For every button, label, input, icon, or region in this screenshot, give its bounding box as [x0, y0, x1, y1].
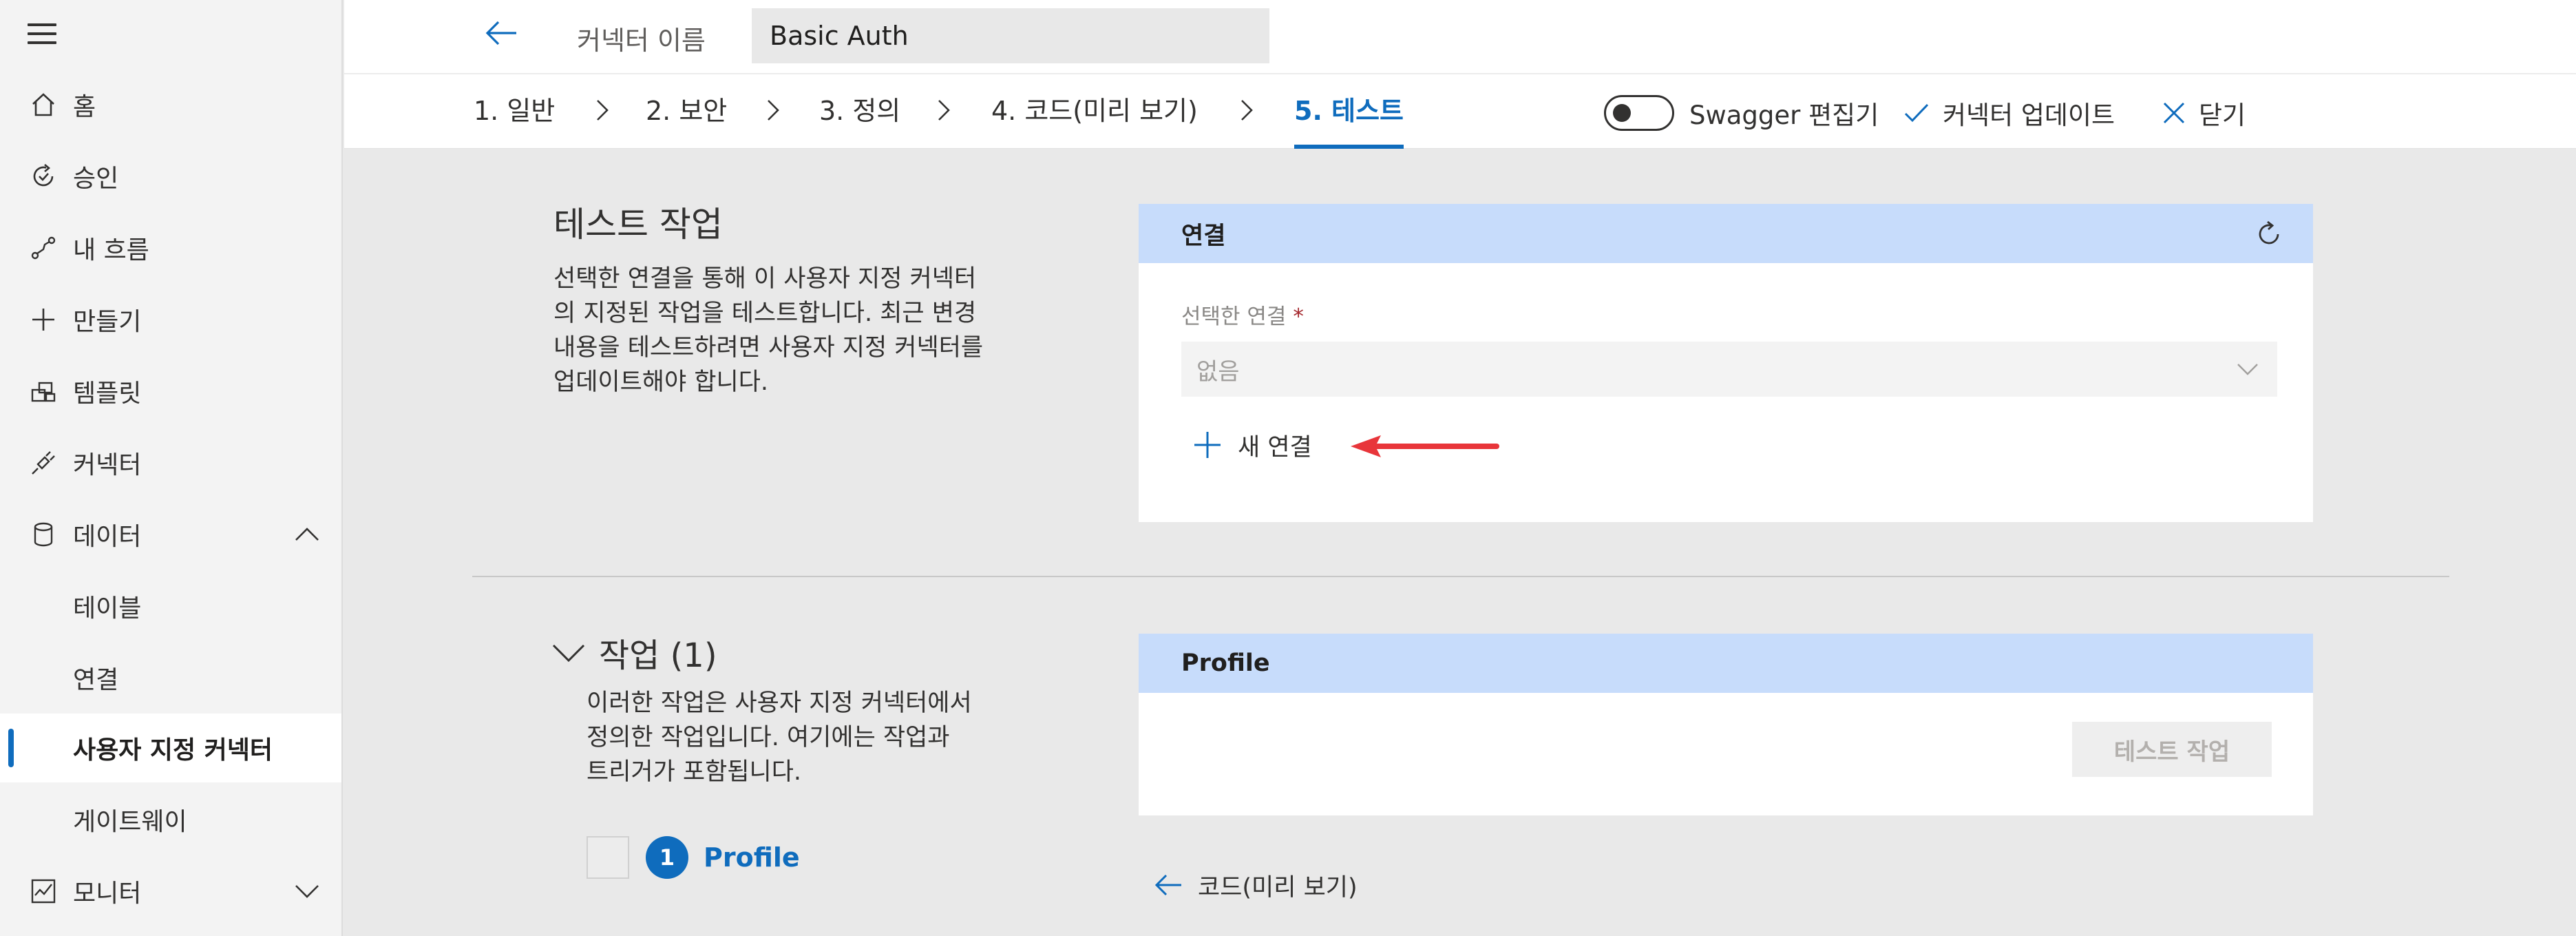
toggle-switch[interactable] [1604, 95, 1674, 131]
annotation-arrow-icon [1351, 435, 1499, 457]
hamburger-menu-icon[interactable] [28, 23, 56, 47]
sidebar-item-create[interactable]: 만들기 [0, 285, 341, 354]
connection-card-title: 연결 [1181, 222, 1226, 250]
sidebar-item-home[interactable]: 홈 [0, 70, 341, 139]
connection-card: 연결 선택한 연결 * 없음 새 연결 [1139, 204, 2313, 522]
sidebar-item-tables[interactable]: 테이블 [0, 572, 341, 641]
chevron-down-icon[interactable] [292, 876, 322, 906]
required-marker: * [1293, 304, 1304, 329]
home-icon [28, 89, 59, 121]
plus-icon [28, 304, 59, 335]
sidebar-item-label: 템플릿 [73, 379, 142, 408]
connector-name-input[interactable]: Basic Auth [752, 8, 1269, 63]
selected-connection-label: 선택한 연결 * [1181, 299, 1304, 330]
operation-name-link[interactable]: Profile [704, 842, 800, 873]
profile-operation-card: Profile 테스트 작업 [1139, 634, 2313, 815]
back-link-label: 코드(미리 보기) [1198, 873, 1358, 902]
database-icon [28, 519, 59, 550]
left-navigation: 홈 승인 내 흐름 만들기 템플릿 커넥터 데이터 테이블 연결 사용자 지정 … [0, 0, 343, 936]
sidebar-item-label: 연결 [73, 666, 119, 694]
update-connector-label: 커넥터 업데이트 [1943, 101, 2115, 130]
step-code-preview[interactable]: 4. 코드(미리 보기) [991, 90, 1198, 149]
operation-list-item: 1 Profile [587, 835, 800, 880]
flows-icon [28, 232, 59, 264]
new-connection-label: 새 연결 [1238, 433, 1312, 461]
chevron-right-icon [768, 100, 779, 121]
sidebar-item-label: 모니터 [73, 880, 142, 908]
sidebar-item-my-flows[interactable]: 내 흐름 [0, 214, 341, 282]
sidebar-item-label: 승인 [73, 165, 119, 193]
connector-icon [28, 447, 59, 479]
update-connector-button[interactable]: 커넥터 업데이트 [1903, 94, 2115, 132]
operations-title: 작업 (1) [599, 636, 717, 675]
connector-name-label: 커넥터 이름 [577, 25, 706, 56]
profile-card-header: Profile [1139, 634, 2313, 693]
profile-card-title: Profile [1181, 649, 1270, 677]
sidebar-item-custom-connectors[interactable]: 사용자 지정 커넥터 [0, 714, 341, 782]
operations-description: 이러한 작업은 사용자 지정 커넥터에서 정의한 작업입니다. 여기에는 작업과… [587, 689, 972, 786]
step-definition[interactable]: 3. 정의 [819, 90, 900, 149]
sidebar-item-approvals[interactable]: 승인 [0, 142, 341, 211]
sidebar-item-label: 홈 [73, 93, 96, 121]
sidebar-item-label: 테이블 [73, 594, 142, 623]
sidebar-item-label: 게이트웨이 [73, 808, 187, 836]
back-arrow-icon[interactable] [482, 18, 520, 48]
sidebar-item-label: 데이터 [73, 523, 142, 551]
chevron-down-icon [552, 644, 585, 663]
new-connection-button[interactable]: 새 연결 [1192, 426, 1312, 464]
step-test[interactable]: 5. 테스트 [1294, 90, 1404, 149]
templates-icon [28, 375, 59, 407]
sidebar-item-templates[interactable]: 템플릿 [0, 357, 341, 426]
sidebar-item-label: 커넥터 [73, 451, 142, 479]
wizard-header: 커넥터 이름 Basic Auth 1. 일반 2. 보안 3. 정의 4. 코… [344, 0, 2576, 149]
swagger-editor-toggle[interactable]: Swagger 편집기 [1604, 94, 1879, 132]
checkmark-icon [1904, 103, 1929, 123]
plus-icon [1194, 432, 1221, 458]
close-button[interactable]: 닫기 [2162, 94, 2246, 132]
field-label-text: 선택한 연결 [1181, 304, 1287, 329]
step-general[interactable]: 1. 일반 [474, 90, 555, 149]
sidebar-item-label: 사용자 지정 커넥터 [73, 736, 273, 765]
operation-number-badge: 1 [646, 836, 688, 879]
test-operation-title: 테스트 작업 [553, 205, 723, 245]
chevron-down-icon [2237, 364, 2258, 375]
close-label: 닫기 [2199, 101, 2246, 130]
approvals-icon [28, 160, 59, 192]
step-security[interactable]: 2. 보안 [646, 90, 727, 149]
sidebar-item-label: 내 흐름 [73, 236, 149, 264]
operation-checkbox[interactable] [587, 836, 629, 879]
sidebar-item-label: 만들기 [73, 308, 142, 336]
sidebar-item-connectors[interactable]: 커넥터 [0, 428, 341, 497]
back-arrow-icon [1154, 874, 1181, 896]
chevron-up-icon[interactable] [292, 519, 322, 550]
monitor-icon [28, 875, 59, 907]
selected-connection-dropdown[interactable]: 없음 [1181, 342, 2277, 397]
operations-expander[interactable]: 작업 (1) [551, 628, 717, 676]
connection-card-header: 연결 [1139, 204, 2313, 263]
refresh-icon[interactable] [2254, 219, 2284, 249]
profile-card-body: 테스트 작업 [1139, 693, 2313, 815]
test-operation-description: 선택한 연결을 통해 이 사용자 지정 커넥터의 지정된 작업을 테스트합니다.… [553, 265, 984, 396]
chevron-right-icon [597, 100, 609, 121]
swagger-editor-label: Swagger 편집기 [1689, 101, 1879, 130]
back-to-code-preview-link[interactable]: 코드(미리 보기) [1152, 864, 1358, 906]
selected-connection-value: 없음 [1196, 357, 1240, 386]
chevron-right-icon [1241, 100, 1253, 121]
sidebar-item-connections[interactable]: 연결 [0, 643, 341, 712]
test-operation-button[interactable]: 테스트 작업 [2072, 722, 2272, 777]
sidebar-item-data[interactable]: 데이터 [0, 500, 341, 569]
sidebar-item-gateways[interactable]: 게이트웨이 [0, 785, 341, 854]
header-divider [344, 73, 2576, 74]
close-icon [2163, 102, 2185, 124]
section-divider [472, 576, 2449, 577]
chevron-right-icon [938, 100, 950, 121]
sidebar-item-monitor[interactable]: 모니터 [0, 857, 341, 926]
